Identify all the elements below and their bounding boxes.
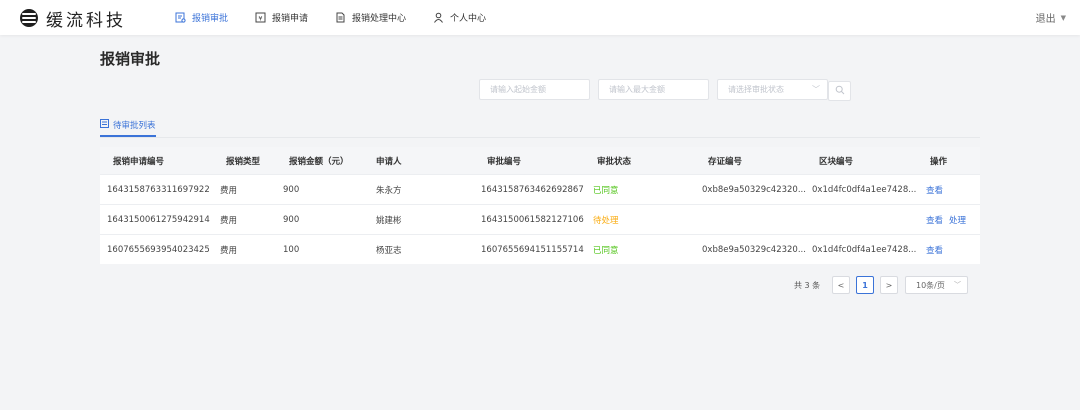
- next-page-button[interactable]: >: [880, 276, 898, 294]
- request-id-cell: 1643150061275942914: [107, 214, 210, 225]
- amount-cell: 900: [283, 184, 300, 195]
- table-row: 1643150061275942914 费用 900 姚建彬 164315006…: [100, 204, 980, 234]
- actions-cell: 查看: [926, 184, 949, 196]
- max-amount-placeholder: 请输入最大金额: [609, 85, 665, 94]
- column-header: 审批编号: [487, 156, 522, 167]
- status-badge: 待处理: [593, 215, 619, 226]
- min-amount-input[interactable]: 请输入起始金额: [479, 79, 590, 100]
- column-header: 区块编号: [819, 156, 854, 167]
- chevron-left-icon: <: [837, 280, 845, 290]
- amount-cell: 100: [283, 244, 300, 255]
- status-select[interactable]: 请选择审批状态 ﹀: [717, 79, 828, 100]
- page-size-label: 10条/页: [916, 280, 945, 290]
- view-link[interactable]: 查看: [926, 186, 943, 196]
- column-header: 存证编号: [708, 156, 743, 167]
- logo-mark-icon: [20, 9, 38, 27]
- tab-pending-list[interactable]: 待审批列表: [100, 116, 156, 137]
- page-title: 报销审批: [100, 50, 161, 68]
- table-row: 1607655693954023425 费用 100 杨亚志 160765569…: [100, 234, 980, 264]
- logout-dropdown[interactable]: 退出 ▼: [1036, 0, 1066, 35]
- column-header: 报销类型: [226, 156, 261, 167]
- type-cell: 费用: [220, 215, 238, 226]
- prev-page-button[interactable]: <: [832, 276, 850, 294]
- approval-no-cell: 1643150061582127106: [481, 214, 584, 225]
- nav-item-personal-center[interactable]: 个人中心: [433, 0, 486, 35]
- chevron-right-icon: >: [885, 280, 893, 290]
- status-badge: 已同意: [593, 185, 619, 196]
- search-button[interactable]: [828, 81, 851, 101]
- type-cell: 费用: [220, 245, 238, 256]
- nav-label: 报销审批: [192, 14, 229, 24]
- document-icon: [335, 12, 346, 23]
- min-amount-placeholder: 请输入起始金额: [490, 85, 546, 94]
- approval-no-cell: 1643158763462692867: [481, 184, 584, 195]
- user-icon: [433, 12, 444, 23]
- nav-item-approval[interactable]: 报销审批: [175, 0, 228, 35]
- approval-doc-icon: [175, 12, 186, 23]
- column-header: 审批状态: [597, 156, 632, 167]
- column-header: 报销申请编号: [113, 156, 165, 167]
- nav-item-processing-center[interactable]: 报销处理中心: [335, 0, 406, 35]
- column-header: 报销金额（元）: [289, 156, 349, 167]
- nav-label: 报销申请: [272, 14, 309, 24]
- status-badge: 已同意: [593, 245, 619, 256]
- column-header: 操作: [930, 156, 948, 167]
- nav-label: 个人中心: [450, 14, 487, 24]
- search-icon: [835, 85, 845, 98]
- column-header: 申请人: [376, 156, 402, 167]
- page-number-button[interactable]: 1: [856, 276, 874, 294]
- evidence-no-cell: 0xb8e9a50329c42320...: [702, 184, 806, 195]
- view-link[interactable]: 查看: [926, 246, 943, 256]
- pagination-total: 共 3 条: [794, 280, 821, 290]
- brand-logo[interactable]: 缓流科技: [20, 7, 126, 31]
- block-no-cell: 0x1d4fc0df4a1ee7428...: [812, 184, 917, 195]
- applicant-cell: 姚建彬: [376, 215, 402, 226]
- approval-no-cell: 1607655694151155714: [481, 244, 584, 255]
- applicant-cell: 朱永方: [376, 185, 402, 196]
- block-no-cell: 0x1d4fc0df4a1ee7428...: [812, 244, 917, 255]
- type-cell: 费用: [220, 185, 238, 196]
- nav-item-apply[interactable]: ¥ 报销申请: [255, 0, 308, 35]
- list-icon: [100, 118, 109, 131]
- caret-down-icon: ▼: [1060, 13, 1066, 22]
- chevron-down-icon: ﹀: [954, 281, 961, 289]
- amount-cell: 900: [283, 214, 300, 225]
- status-placeholder: 请选择审批状态: [728, 85, 784, 94]
- max-amount-input[interactable]: 请输入最大金额: [598, 79, 709, 100]
- top-navbar: 缓流科技 报销审批 ¥ 报销申请 报销处理中心 个人中心 退出 ▼: [0, 0, 1080, 35]
- brand-name: 缓流科技: [46, 10, 126, 31]
- actions-cell: 查看 处理: [926, 214, 972, 226]
- tab-divider: [100, 137, 980, 138]
- applicant-cell: 杨亚志: [376, 245, 402, 256]
- logout-label: 退出: [1035, 14, 1056, 25]
- table-row: 1643158763311697922 费用 900 朱永方 164315876…: [100, 174, 980, 204]
- svg-text:¥: ¥: [258, 14, 262, 22]
- view-link[interactable]: 查看: [926, 216, 943, 226]
- evidence-no-cell: 0xb8e9a50329c42320...: [702, 244, 806, 255]
- request-id-cell: 1643158763311697922: [107, 184, 210, 195]
- table-header: 报销申请编号 报销类型 报销金额（元） 申请人 审批编号 审批状态 存证编号 区…: [100, 147, 980, 174]
- process-link[interactable]: 处理: [949, 216, 966, 226]
- approval-table: 报销申请编号 报销类型 报销金额（元） 申请人 审批编号 审批状态 存证编号 区…: [100, 147, 980, 264]
- request-id-cell: 1607655693954023425: [107, 244, 210, 255]
- page-size-select[interactable]: 10条/页 ﹀: [905, 276, 968, 294]
- nav-label: 报销处理中心: [352, 14, 407, 24]
- yen-receipt-icon: ¥: [255, 12, 266, 23]
- tab-label: 待审批列表: [113, 120, 156, 131]
- chevron-down-icon: ﹀: [812, 85, 820, 94]
- actions-cell: 查看: [926, 244, 949, 256]
